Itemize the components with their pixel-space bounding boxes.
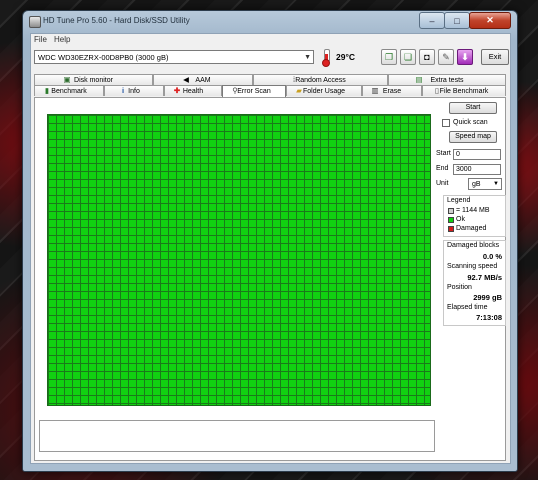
camera-icon: ◘ <box>424 52 430 62</box>
magnifier-icon: ⚲ <box>232 86 238 95</box>
tab-aam[interactable]: ◀ AAM <box>153 74 253 85</box>
tab-label: Health <box>182 88 204 95</box>
tab-label: Random Access <box>295 77 346 84</box>
legend-block-size: = 1144 MB <box>456 207 490 214</box>
block-size-swatch <box>448 208 454 214</box>
tab-label: AAM <box>195 77 211 84</box>
tab-health[interactable]: ✚ Health <box>164 85 222 96</box>
chevron-down-icon: ▼ <box>493 181 499 187</box>
elapsed-time-value: 7:13:08 <box>476 313 502 322</box>
tab-info[interactable]: i Info <box>104 85 164 96</box>
info-icon: i <box>121 86 125 95</box>
scan-stats-box: Damaged blocks 0.0 % Scanning speed 92.7… <box>443 240 506 326</box>
document-copy-icon: ❏ <box>403 51 413 62</box>
temperature-readout: 29°C <box>336 52 355 62</box>
file-benchmark-icon: ▯ <box>434 86 440 95</box>
copy-icon: ❐ <box>384 51 394 62</box>
menu-bar: File Help <box>31 34 510 46</box>
tab-label: Disk monitor <box>74 77 113 84</box>
quick-scan-checkbox[interactable] <box>442 119 450 127</box>
speed-map-button[interactable]: Speed map <box>449 131 497 143</box>
window-title: HD Tune Pro 5.60 - Hard Disk/SSD Utility <box>43 16 190 25</box>
client-area: File Help WDC WD30EZRX-00D8PB0 (3000 gB)… <box>30 33 511 464</box>
tab-random-access[interactable]: ⁞ Random Access <box>253 74 388 85</box>
end-label: End <box>436 165 449 172</box>
tab-row-bottom: ▮ Benchmark i Info ✚ Health ⚲ Error Scan… <box>34 85 506 97</box>
exit-button[interactable]: Exit <box>481 49 509 65</box>
copy-info-button[interactable]: ❐ <box>381 49 397 65</box>
drive-select[interactable]: WDC WD30EZRX-00D8PB0 (3000 gB) ▼ <box>34 50 314 64</box>
wrench-icon: ✎ <box>442 51 450 62</box>
error-scan-panel: Start Quick scan Speed map Start 0 End 3… <box>34 97 506 461</box>
tab-extra-tests[interactable]: ▤ Extra tests <box>388 74 506 85</box>
speaker-icon: ◀ <box>183 75 189 84</box>
app-icon <box>29 16 41 28</box>
toolbar: WDC WD30EZRX-00D8PB0 (3000 gB) ▼ 29°C ❐ … <box>31 47 510 73</box>
damaged-blocks-value: 0.0 % <box>482 252 502 261</box>
unit-select[interactable]: gB ▼ <box>468 178 502 190</box>
tab-error-scan[interactable]: ⚲ Error Scan <box>222 85 286 97</box>
unit-label: Unit <box>436 180 449 187</box>
random-access-icon: ⁞ <box>292 75 296 84</box>
minimize-button[interactable]: – <box>419 12 445 29</box>
tab-label: File Benchmark <box>439 88 489 95</box>
position-value: 2999 gB <box>473 293 502 302</box>
tab-row-top: ▣ Disk monitor ◀ AAM ⁞ Random Access ▤ E… <box>34 74 506 85</box>
start-button[interactable]: Start <box>449 102 497 114</box>
tab-erase[interactable]: ▥ Erase <box>362 85 422 96</box>
scan-log <box>39 420 435 452</box>
position-label: Position <box>447 284 472 291</box>
ok-swatch <box>448 217 454 223</box>
app-window: HD Tune Pro 5.60 - Hard Disk/SSD Utility… <box>22 10 518 472</box>
tab-label: Info <box>128 88 140 95</box>
disk-monitor-icon: ▣ <box>63 75 71 84</box>
title-bar[interactable]: HD Tune Pro 5.60 - Hard Disk/SSD Utility… <box>23 11 517 33</box>
download-arrow-icon: ⬇ <box>461 51 469 62</box>
drive-select-value: WDC WD30EZRX-00D8PB0 (3000 gB) <box>38 53 169 62</box>
end-input[interactable]: 3000 <box>453 164 501 175</box>
start-input[interactable]: 0 <box>453 149 501 160</box>
chevron-down-icon: ▼ <box>304 54 311 61</box>
legend-ok: Ok <box>456 216 465 223</box>
tab-benchmark[interactable]: ▮ Benchmark <box>34 85 104 96</box>
trash-icon: ▥ <box>371 86 379 95</box>
menu-file[interactable]: File <box>34 35 47 44</box>
damaged-swatch <box>448 226 454 232</box>
elapsed-time-label: Elapsed time <box>447 304 488 311</box>
tab-label: Erase <box>382 88 402 95</box>
legend-title: Legend <box>447 197 471 204</box>
tab-label: Error Scan <box>237 88 271 95</box>
start-label: Start <box>436 150 451 157</box>
damaged-blocks-label: Damaged blocks <box>447 242 500 249</box>
extra-tests-icon: ▤ <box>415 75 423 84</box>
menu-help[interactable]: Help <box>54 35 70 44</box>
screenshot-button[interactable]: ◘ <box>419 49 435 65</box>
legend-damaged: Damaged <box>456 225 487 232</box>
legend-box: Legend = 1144 MB Ok Damaged <box>443 195 506 237</box>
scanning-speed-label: Scanning speed <box>447 263 498 270</box>
tab-folder-usage[interactable]: ▰ Folder Usage <box>286 85 362 96</box>
tab-label: Folder Usage <box>302 88 346 95</box>
tab-label: Benchmark <box>51 88 87 95</box>
block-map <box>47 114 431 406</box>
health-icon: ✚ <box>173 86 181 95</box>
maximize-button[interactable]: □ <box>444 12 470 29</box>
save-button[interactable]: ⬇ <box>457 49 473 65</box>
tab-label: Extra tests <box>430 77 464 84</box>
benchmark-icon: ▮ <box>44 86 50 95</box>
options-button[interactable]: ✎ <box>438 49 454 65</box>
unit-select-value: gB <box>472 181 481 188</box>
tab-disk-monitor[interactable]: ▣ Disk monitor <box>34 74 153 85</box>
close-button[interactable]: ✕ <box>469 12 511 29</box>
copy-text-button[interactable]: ❏ <box>400 49 416 65</box>
quick-scan-label: Quick scan <box>453 119 488 126</box>
scanning-speed-value: 92.7 MB/s <box>467 273 502 282</box>
tab-file-benchmark[interactable]: ▯ File Benchmark <box>422 85 506 96</box>
thermometer-icon <box>321 49 331 67</box>
folder-icon: ▰ <box>296 86 302 95</box>
